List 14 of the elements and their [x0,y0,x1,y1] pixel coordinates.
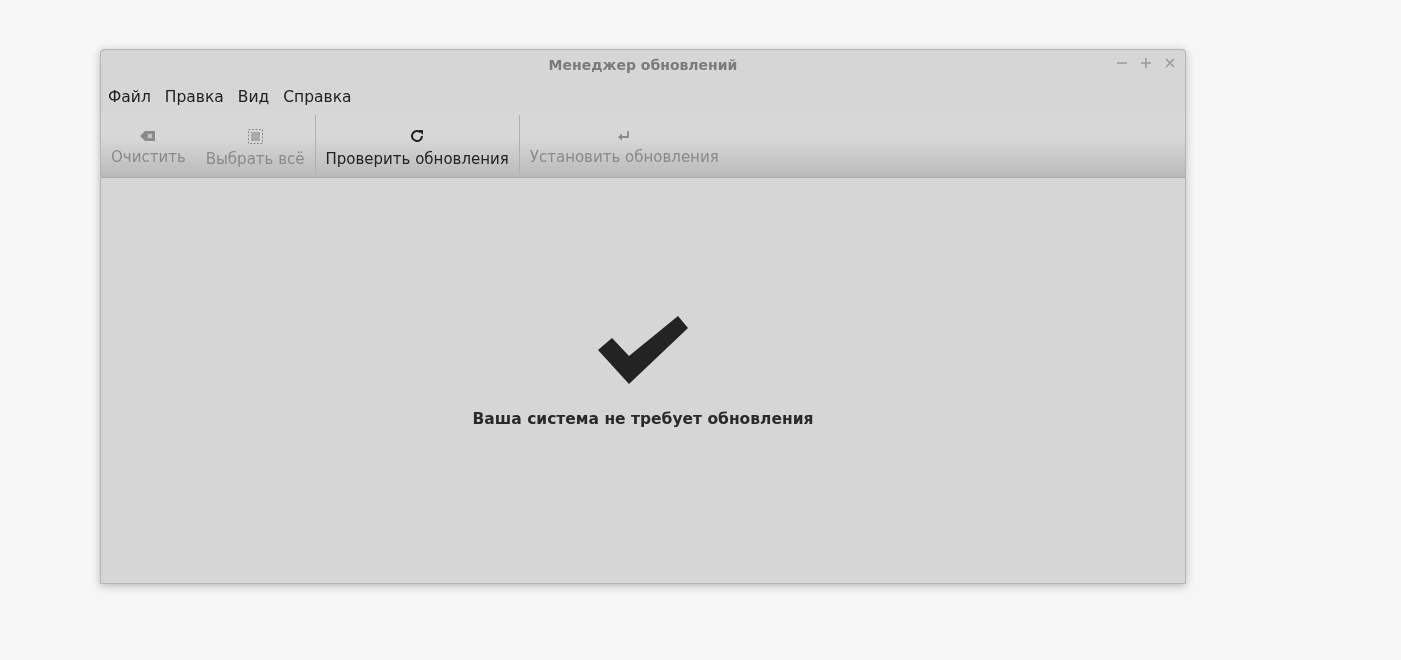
backspace-icon [140,130,157,142]
return-arrow-icon [618,130,631,142]
refresh-icon [409,128,426,144]
window-title: Менеджер обновлений [548,57,738,73]
close-icon[interactable] [1165,58,1175,68]
maximize-icon[interactable] [1141,58,1151,68]
menu-item[interactable]: Правка [164,87,224,106]
menu-item[interactable]: Вид [237,87,270,106]
checkmark-icon [598,316,688,384]
status-message: Ваша система не требует обновления [472,410,814,428]
menu-item[interactable]: Файл [108,87,151,106]
select-all-icon [247,128,263,144]
menu-item[interactable]: Справка [283,87,352,106]
toolbar-button[interactable]: Проверить обновления [315,113,519,177]
